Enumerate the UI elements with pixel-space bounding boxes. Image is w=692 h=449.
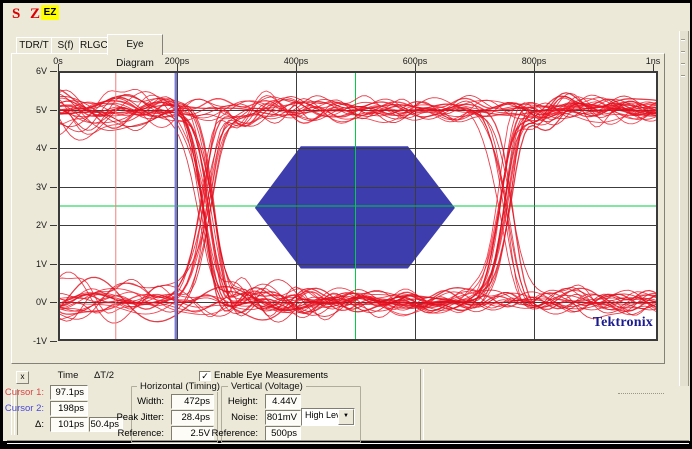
cursor2-time-field: 198ps [50,401,88,416]
x-tick-mark [653,64,654,71]
y-tick-label: 0V [17,297,47,307]
delta-time-field: 101ps [50,417,88,432]
y-tick-label: 4V [17,143,47,153]
y-tick-label: 3V [17,182,47,192]
width-label: Width: [137,396,164,407]
noise-level-dropdown[interactable]: High Level ▼ [301,408,355,426]
height-field: 4.44V [265,394,301,409]
width-field: 472ps [171,394,214,409]
height-label: Height: [228,396,258,407]
v-reference-label: Reference: [212,428,258,439]
h-reference-field: 2.5V [171,426,214,441]
tektronix-logo: Tektronix [569,315,653,331]
dropdown-arrow-icon[interactable]: ▼ [338,409,354,425]
delta-label: Δ: [35,419,44,430]
window-surface: S Z EZ TDR/T S(f) RLGC Eye Diagram 0s200… [3,3,690,441]
y-tick-mark [50,264,57,265]
x-tick-mark [177,64,178,71]
peak-jitter-label: Peak Jitter: [116,412,164,423]
vertical-splitter[interactable] [679,31,689,386]
enable-eye-measurements-label: Enable Eye Measurements [214,370,328,381]
y-tick-label: 6V [17,66,47,76]
y-tick-label: -1V [17,336,47,346]
y-tick-label: 5V [17,105,47,115]
y-tick-label: 1V [17,259,47,269]
noise-label: Noise: [231,412,258,423]
application-window: S Z EZ TDR/T S(f) RLGC Eye Diagram 0s200… [0,0,692,449]
cursor1-time-field: 97.1ps [50,385,88,400]
panel-divider [420,369,424,440]
splitter-grip [681,39,685,40]
ez-app-icon[interactable]: EZ [41,5,59,20]
tab-tdrt[interactable]: TDR/T [16,37,52,54]
x-tick-mark [296,64,297,71]
y-tick-mark [50,71,57,72]
y-tick-mark [50,148,57,149]
h-reference-label: Reference: [118,428,164,439]
v-reference-field: 500ps [265,426,301,441]
tab-eye-diagram[interactable]: Eye Diagram [107,34,163,55]
y-tick-mark [50,302,57,303]
eye-diagram-plot [58,71,658,341]
y-tick-mark [50,225,57,226]
y-tick-mark [50,187,57,188]
x-tick-mark [415,64,416,71]
vertical-voltage-title: Vertical (Voltage) [228,381,306,392]
z-parameter-icon[interactable]: Z [30,6,40,23]
noise-field: 801mV [265,410,301,425]
peak-jitter-field: 28.4ps [171,410,214,425]
s-parameter-icon[interactable]: S [12,6,20,23]
splitter-grip [681,75,685,76]
statusbar-groove [7,440,689,444]
column-header-time: Time [47,370,89,381]
cursor2-label: Cursor 2: [5,403,44,414]
resize-dotted-grip[interactable] [618,393,664,394]
column-header-dt2: ΔT/2 [85,370,123,381]
y-tick-mark [50,341,57,342]
x-tick-mark [534,64,535,71]
splitter-grip [681,51,685,52]
x-tick-mark [58,64,59,71]
tab-sf[interactable]: S(f) [51,37,80,54]
horizontal-timing-title: Horizontal (Timing) [137,381,223,392]
tab-rlgc[interactable]: RLGC [79,37,108,54]
close-panel-button[interactable]: x [16,371,29,384]
splitter-grip [681,63,685,64]
y-tick-mark [50,110,57,111]
y-tick-label: 2V [17,220,47,230]
cursor1-label: Cursor 1: [5,387,44,398]
